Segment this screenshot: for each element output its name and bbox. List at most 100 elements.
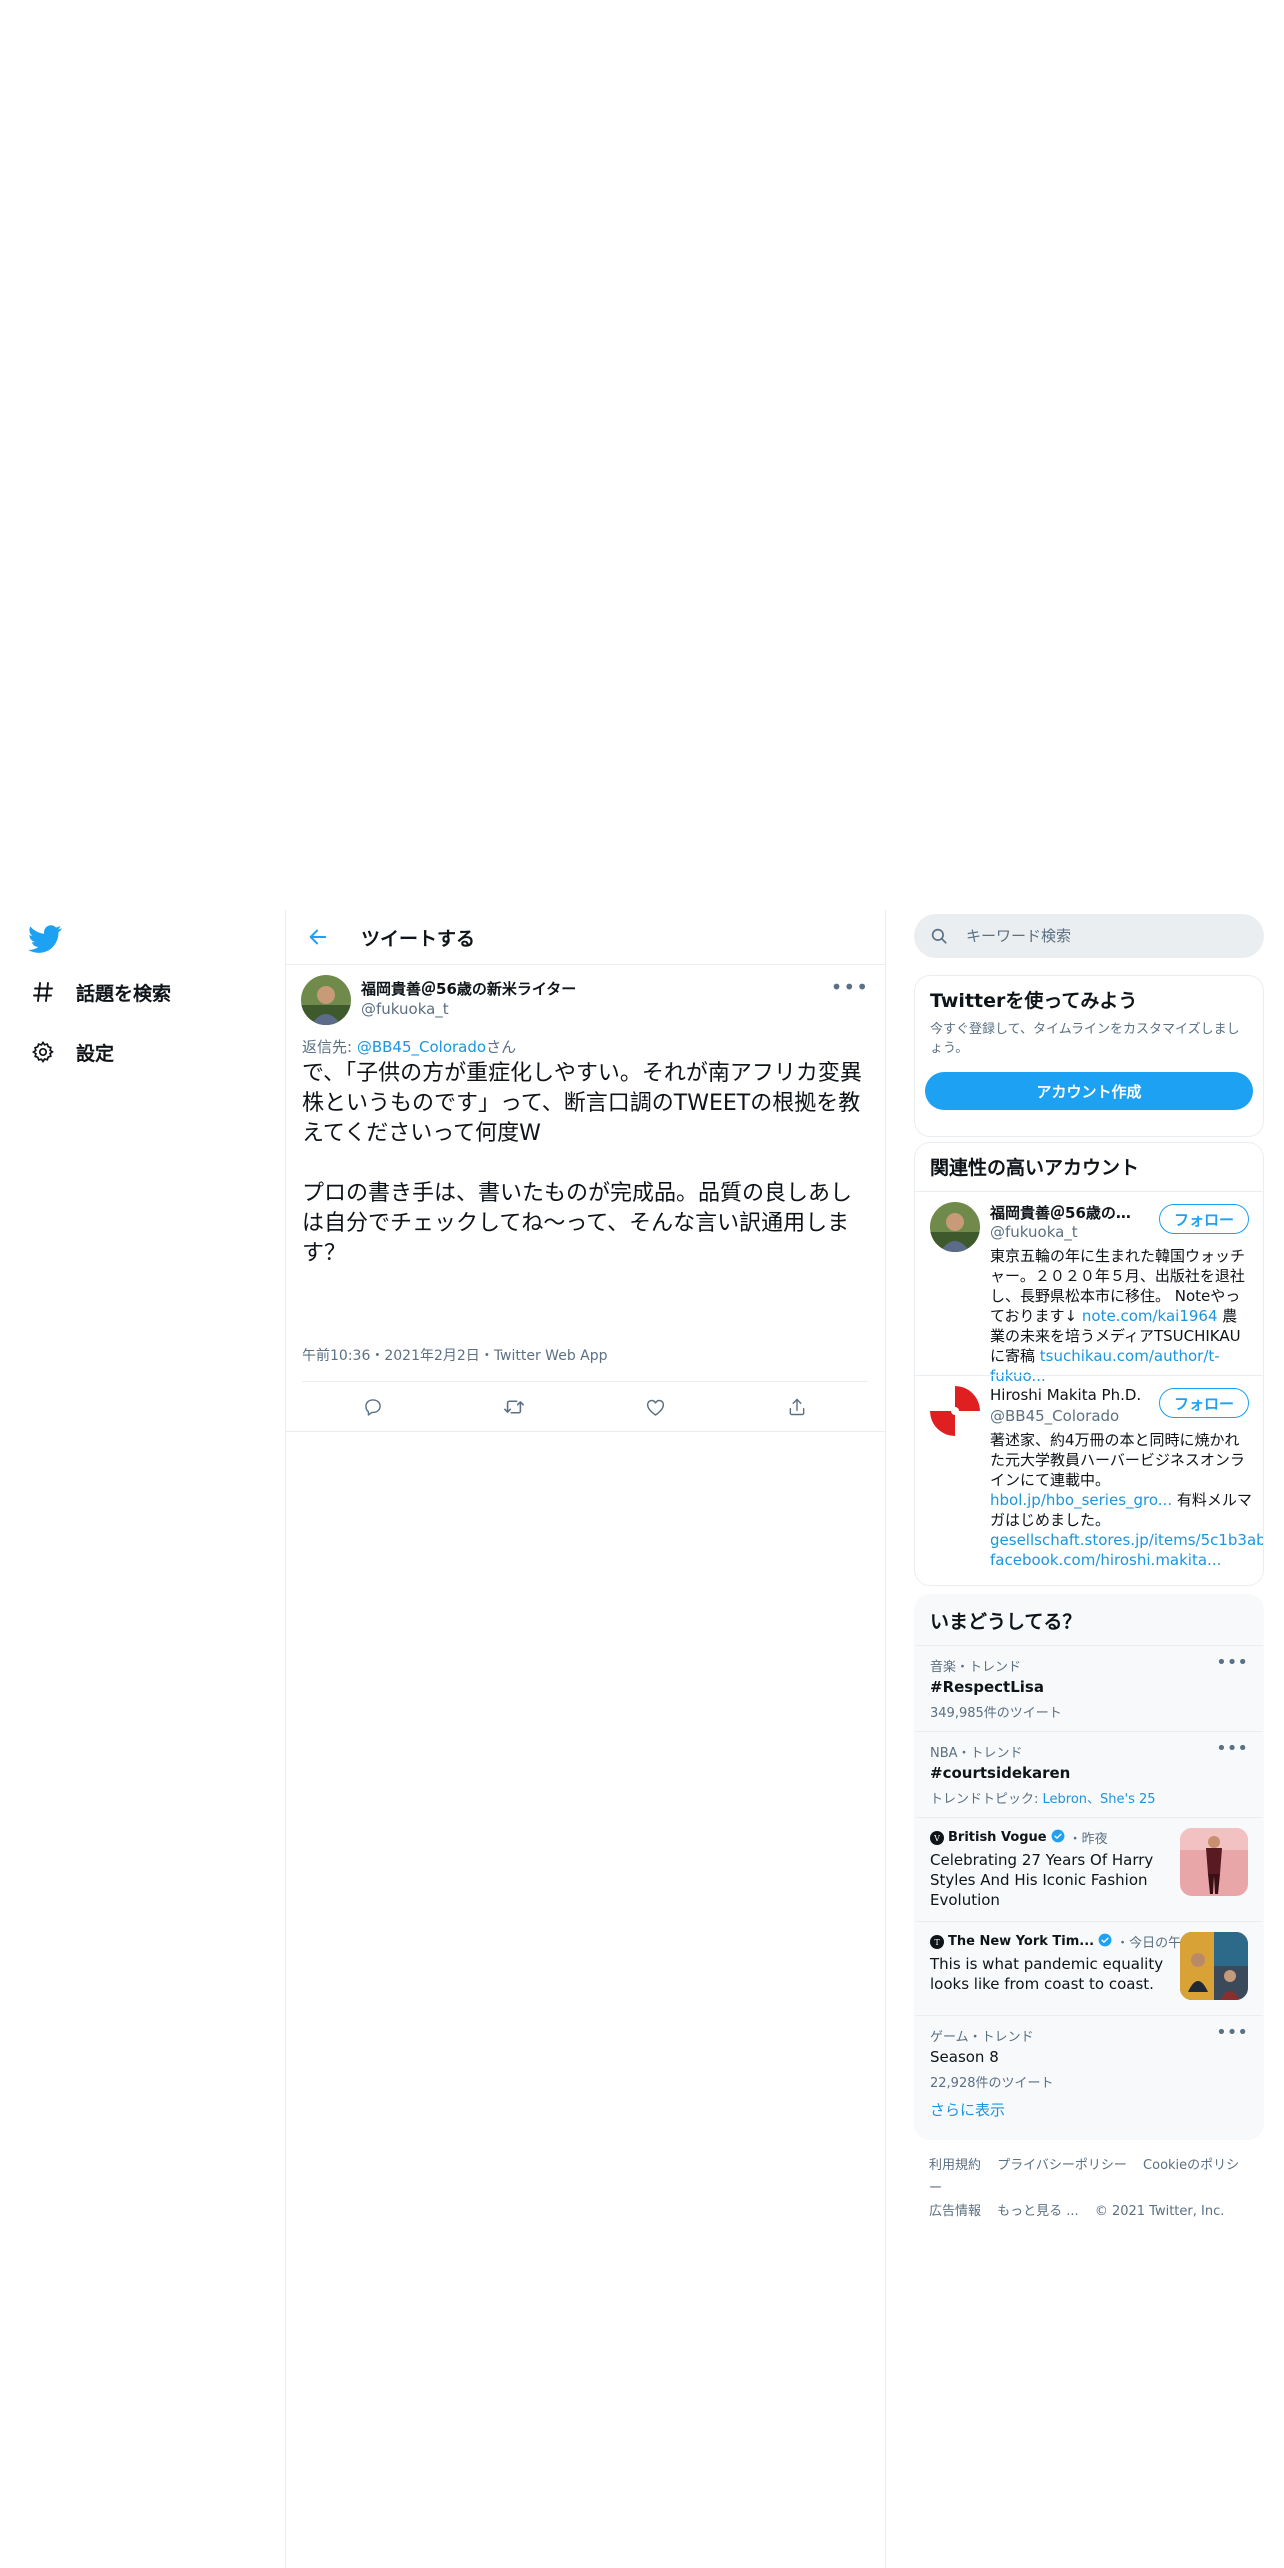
search-icon [930,926,950,946]
main-column: ツイートする 福岡貴善＠56歳の新米ライター @fukuoka_t ••• 返信… [285,910,886,2568]
signup-title: Twitterを使ってみよう [930,990,1138,1012]
news-headline[interactable]: This is what pandemic equality looks lik… [930,1954,1165,1994]
news-thumbnail[interactable] [1180,1932,1248,2000]
back-arrow-icon[interactable] [303,922,333,952]
trend-topics: トレンドトピック: Lebron、She's 25 [930,1788,1156,1807]
news-thumbnail[interactable] [1180,1828,1248,1896]
divider [286,1431,885,1432]
search-input[interactable] [964,926,1248,946]
like-heart-icon[interactable] [639,1390,673,1424]
trend-name[interactable]: #RespectLisa [930,1678,1044,1696]
news-source-name: The New York Tim... [948,1934,1095,1949]
related-account[interactable]: Hiroshi Makita Ph.D. @BB45_Colorado フォロー… [915,1375,1263,1585]
news-item[interactable]: T The New York Tim... ・今日の午後 This is wha… [915,1921,1263,2016]
account-bio: 東京五輪の年に生まれた韓国ウォッチャー。２０２０年５月、出版社を退社し、長野県松… [990,1246,1252,1386]
author-name[interactable]: 福岡貴善＠56歳の新米ライター [361,978,576,999]
trend-item[interactable]: 音楽・トレンド #RespectLisa 349,985件のツイート ••• [915,1645,1263,1732]
search-bar[interactable] [914,914,1264,958]
trend-name[interactable]: Season 8 [930,2048,999,2066]
tweet-time[interactable]: 午前10:36 [302,1348,370,1364]
retweet-icon[interactable] [497,1390,531,1424]
more-options-icon[interactable]: ••• [1216,2022,1248,2043]
create-account-button[interactable]: アカウント作成 [925,1072,1253,1110]
author-handle[interactable]: @fukuoka_t [361,1000,449,1018]
nav-item-explore[interactable]: 話題を検索 [30,972,171,1012]
footer-link-more[interactable]: もっと見る ... [997,2204,1079,2219]
tweet-text: で、「子供の方が重症化しやすい。それが南アフリカ変異株というものです」って、断言… [302,1061,862,1266]
footer-copyright: © 2021 Twitter, Inc. [1094,2204,1225,2219]
svg-text:T: T [934,1938,940,1947]
account-bio: 著述家、約4万冊の本と同時に焼かれた元大学教員ハーバービジネスオンラインにて連載… [990,1430,1263,1570]
nav-item-settings[interactable]: 設定 [30,1032,114,1072]
footer-link-ads[interactable]: 広告情報 [929,2204,981,2219]
account-avatar[interactable] [930,1386,980,1436]
trend-topics-prefix: トレンドトピック: [930,1792,1043,1807]
trend-name[interactable]: #courtsidekaren [930,1764,1070,1782]
gear-icon [30,1039,56,1065]
trend-item[interactable]: ゲーム・トレンド Season 8 22,928件のツイート ••• [915,2015,1263,2100]
news-time: ・昨夜 [1068,1832,1108,1847]
svg-text:V: V [933,1834,940,1843]
bio-link[interactable]: hbol.jp/hbo_series_gro... [990,1491,1172,1509]
trend-topics-links[interactable]: Lebron、She's 25 [1043,1792,1156,1807]
vogue-logo-icon: V [930,1830,944,1845]
more-options-icon[interactable]: ••• [831,975,869,999]
bio-link[interactable]: note.com/kai1964 [1082,1307,1218,1325]
trend-context: NBA・トレンド [930,1746,1023,1761]
tweet-source[interactable]: Twitter Web App [494,1348,608,1364]
follow-button[interactable]: フォロー [1159,1388,1249,1418]
news-source: V British Vogue ・昨夜 [930,1828,1108,1847]
verified-badge-icon [1051,1829,1065,1847]
author-avatar[interactable] [301,975,351,1025]
account-avatar[interactable] [930,1202,980,1252]
meta-separator: ・ [479,1348,494,1364]
account-handle[interactable]: @fukuoka_t [990,1223,1078,1241]
news-source: T The New York Tim... ・今日の午後 [930,1932,1194,1951]
reply-prefix: 返信先: [302,1038,357,1056]
nav-label-settings: 設定 [76,1042,115,1065]
follow-button[interactable]: フォロー [1159,1204,1249,1234]
footer: 利用規約 プライバシーポリシー Cookieのポリシー 広告情報 もっと見る .… [929,2154,1259,2223]
news-item[interactable]: V British Vogue ・昨夜 Celebrating 27 Years… [915,1817,1263,1922]
more-options-icon[interactable]: ••• [1216,1652,1248,1673]
column-header: ツイートする [286,910,885,965]
nyt-logo-icon: T [930,1934,944,1949]
trends-title: いまどうしてる？ [930,1611,1082,1633]
bio-text: 著述家、約4万冊の本と同時に焼かれた元大学教員ハーバービジネスオンラインにて連載… [990,1431,1245,1489]
nav-label-explore: 話題を検索 [76,982,172,1005]
more-options-icon[interactable]: ••• [1216,1738,1248,1759]
related-account[interactable]: 福岡貴善＠56歳の新... @fukuoka_t フォロー 東京五輪の年に生まれ… [915,1191,1263,1385]
account-name[interactable]: Hiroshi Makita Ph.D. [990,1386,1145,1404]
share-icon[interactable] [780,1390,814,1424]
bio-link[interactable]: facebook.com/hiroshi.makita... [990,1551,1221,1569]
account-handle[interactable]: @BB45_Colorado [990,1407,1119,1425]
reply-handle-link[interactable]: @BB45_Colorado [357,1038,486,1056]
bio-link[interactable]: gesellschaft.stores.jp/items/5c1b3abe... [990,1531,1263,1549]
signup-card: Twitterを使ってみよう 今すぐ登録して、タイムラインをカスタマイズしましょ… [914,975,1264,1137]
meta-separator: ・ [370,1348,385,1364]
show-more-link[interactable]: さらに表示 [930,2099,1005,2120]
page-title: ツイートする [361,928,476,950]
verified-badge-icon [1098,1933,1112,1951]
news-source-name: British Vogue [948,1830,1047,1845]
hashtag-icon [30,979,56,1005]
trend-context: ゲーム・トレンド [930,2030,1034,2045]
footer-link-privacy[interactable]: プライバシーポリシー [997,2158,1127,2173]
reply-icon[interactable] [356,1390,390,1424]
related-accounts-card: 関連性の高いアカウント 福岡貴善＠56歳の新... @fukuoka_t フォロ… [914,1142,1264,1586]
trend-count: 22,928件のツイート [930,2076,1054,2091]
news-headline[interactable]: Celebrating 27 Years Of Harry Styles And… [930,1850,1165,1910]
trend-context: 音楽・トレンド [930,1660,1022,1675]
footer-link-terms[interactable]: 利用規約 [929,2158,981,2173]
reply-to: 返信先: @BB45_Coloradoさん [302,1036,516,1057]
trend-item[interactable]: NBA・トレンド #courtsidekaren トレンドトピック: Lebro… [915,1731,1263,1818]
tweet-meta: 午前10:36・2021年2月2日・Twitter Web App [302,1345,608,1365]
related-title: 関連性の高いアカウント [930,1157,1140,1179]
trend-count: 349,985件のツイート [930,1706,1062,1721]
reply-suffix: さん [486,1038,517,1056]
account-name[interactable]: 福岡貴善＠56歳の新... [990,1202,1145,1223]
tweet-actions [302,1381,868,1432]
tweet-date[interactable]: 2021年2月2日 [384,1348,479,1364]
signup-description: 今すぐ登録して、タイムラインをカスタマイズしましょう。 [930,1022,1240,1056]
twitter-bird-icon[interactable] [28,922,62,956]
